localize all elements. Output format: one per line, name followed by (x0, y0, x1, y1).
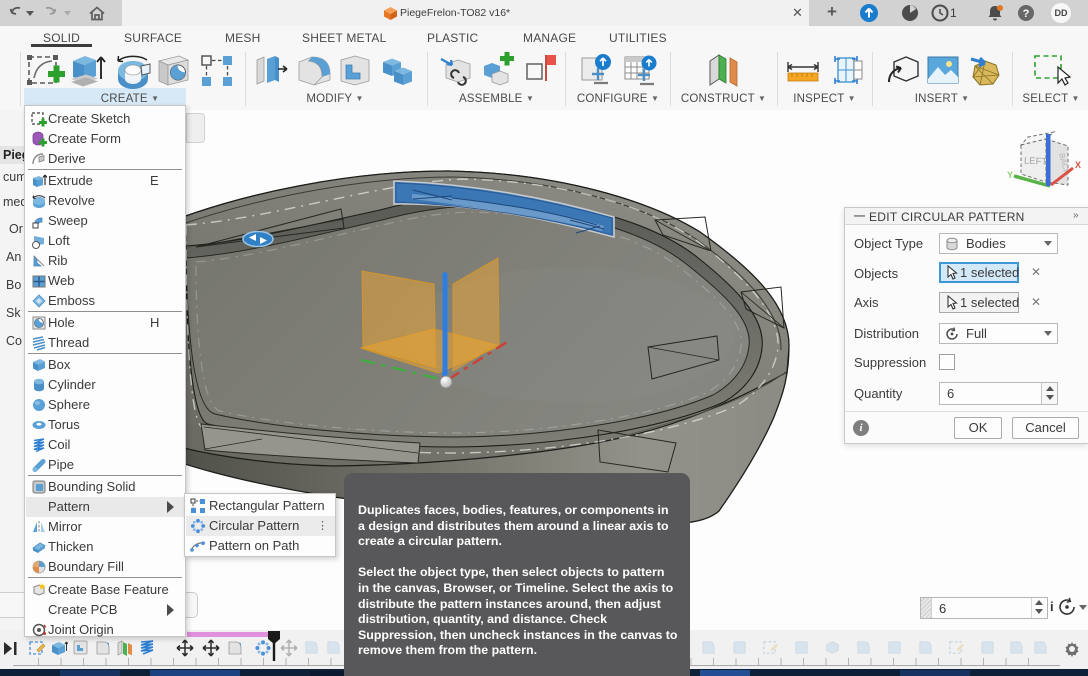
svg-text:?: ? (1023, 8, 1030, 20)
svg-text:LEFT: LEFT (1024, 156, 1048, 168)
svg-text:Y: Y (1007, 170, 1013, 180)
svg-text:X: X (1075, 160, 1081, 170)
